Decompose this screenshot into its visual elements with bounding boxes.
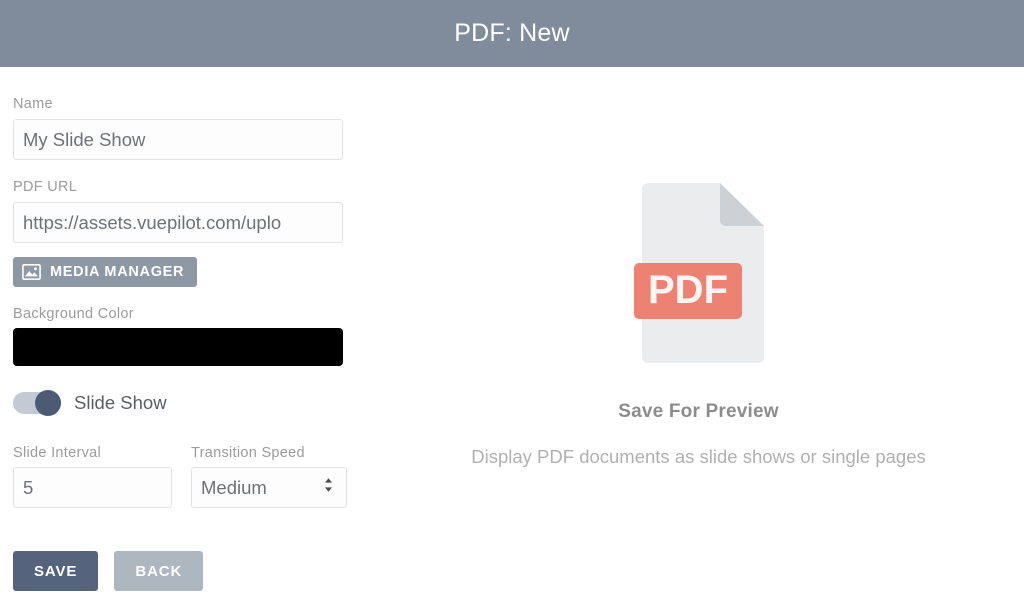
name-label: Name: [13, 96, 53, 112]
slide-interval-input[interactable]: 5: [13, 467, 172, 508]
media-manager-button[interactable]: MEDIA MANAGER: [13, 257, 198, 287]
background-color-label: Background Color: [13, 306, 134, 322]
image-icon: [22, 264, 41, 280]
slide-show-label: Slide Show: [74, 392, 167, 413]
stepper-arrows-icon: [324, 477, 337, 498]
transition-speed-select[interactable]: Medium: [191, 467, 347, 508]
pdf-settings-form: Name My Slide Show PDF URL https://asset…: [13, 67, 373, 609]
media-manager-label: MEDIA MANAGER: [50, 264, 185, 280]
back-button[interactable]: BACK: [114, 551, 204, 591]
window-titlebar: PDF: New: [0, 0, 1024, 67]
page-title: PDF: New: [454, 19, 570, 47]
pdf-url-label: PDF URL: [13, 179, 78, 195]
slide-show-toggle-row: Slide Show: [13, 390, 167, 416]
save-button[interactable]: SAVE: [13, 551, 99, 591]
pdf-file-icon: PDF: [633, 67, 764, 363]
transition-speed-value: Medium: [201, 476, 267, 498]
toggle-knob: [35, 390, 61, 416]
preview-title: Save For Preview: [618, 401, 779, 422]
page-content: Name My Slide Show PDF URL https://asset…: [0, 67, 1024, 609]
slide-show-toggle[interactable]: [13, 390, 61, 416]
form-actions: SAVE BACK: [13, 551, 204, 591]
name-input[interactable]: My Slide Show: [13, 119, 343, 160]
preview-panel: PDF Save For Preview Display PDF documen…: [373, 67, 1024, 609]
background-color-swatch[interactable]: [13, 328, 343, 366]
slide-interval-label: Slide Interval: [13, 445, 102, 461]
svg-text:PDF: PDF: [648, 268, 728, 312]
preview-subtitle: Display PDF documents as slide shows or …: [471, 446, 926, 467]
transition-speed-label: Transition Speed: [191, 445, 305, 461]
pdf-url-input[interactable]: https://assets.vuepilot.com/uplo: [13, 202, 343, 243]
